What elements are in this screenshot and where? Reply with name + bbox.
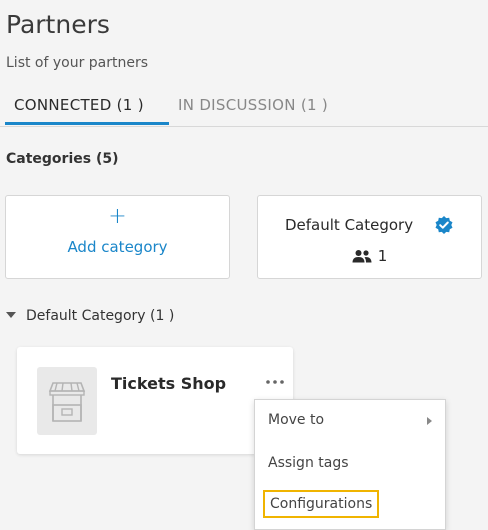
tab-connected[interactable]: CONNECTED (1 ) bbox=[14, 96, 144, 114]
category-group-header[interactable]: Default Category (1 ) bbox=[6, 308, 174, 324]
partner-count-row: 1 bbox=[258, 247, 481, 265]
add-category-label: Add category bbox=[67, 238, 168, 256]
tab-bar: CONNECTED (1 ) IN DISCUSSION (1 ) bbox=[0, 90, 488, 127]
partner-name: Tickets Shop bbox=[111, 374, 227, 393]
menu-item-assign-tags[interactable]: Assign tags bbox=[268, 455, 349, 471]
categories-label: Categories (5) bbox=[6, 151, 119, 167]
people-icon bbox=[352, 250, 372, 263]
partner-card[interactable]: Tickets Shop bbox=[17, 347, 293, 454]
verified-badge-icon bbox=[435, 216, 453, 234]
plus-icon: + bbox=[108, 204, 127, 229]
active-tab-indicator bbox=[5, 122, 169, 125]
context-menu: Move to Assign tags Configurations bbox=[254, 399, 446, 530]
submenu-caret-right-icon bbox=[427, 417, 432, 425]
more-options-icon[interactable] bbox=[264, 377, 286, 387]
menu-item-move-to[interactable]: Move to bbox=[268, 412, 324, 428]
partner-count: 1 bbox=[377, 247, 388, 265]
group-title: Default Category (1 ) bbox=[26, 308, 175, 324]
page-subtitle: List of your partners bbox=[6, 55, 149, 71]
page-title: Partners bbox=[6, 10, 110, 39]
menu-item-configurations[interactable]: Configurations bbox=[263, 490, 380, 518]
default-category-card[interactable]: Default Category 1 bbox=[257, 195, 482, 279]
partner-thumbnail bbox=[37, 367, 97, 435]
category-title: Default Category bbox=[285, 216, 414, 234]
shop-icon bbox=[48, 382, 86, 422]
caret-down-icon bbox=[6, 312, 16, 318]
tab-in-discussion[interactable]: IN DISCUSSION (1 ) bbox=[178, 96, 328, 114]
add-category-card[interactable]: + Add category bbox=[5, 195, 230, 279]
